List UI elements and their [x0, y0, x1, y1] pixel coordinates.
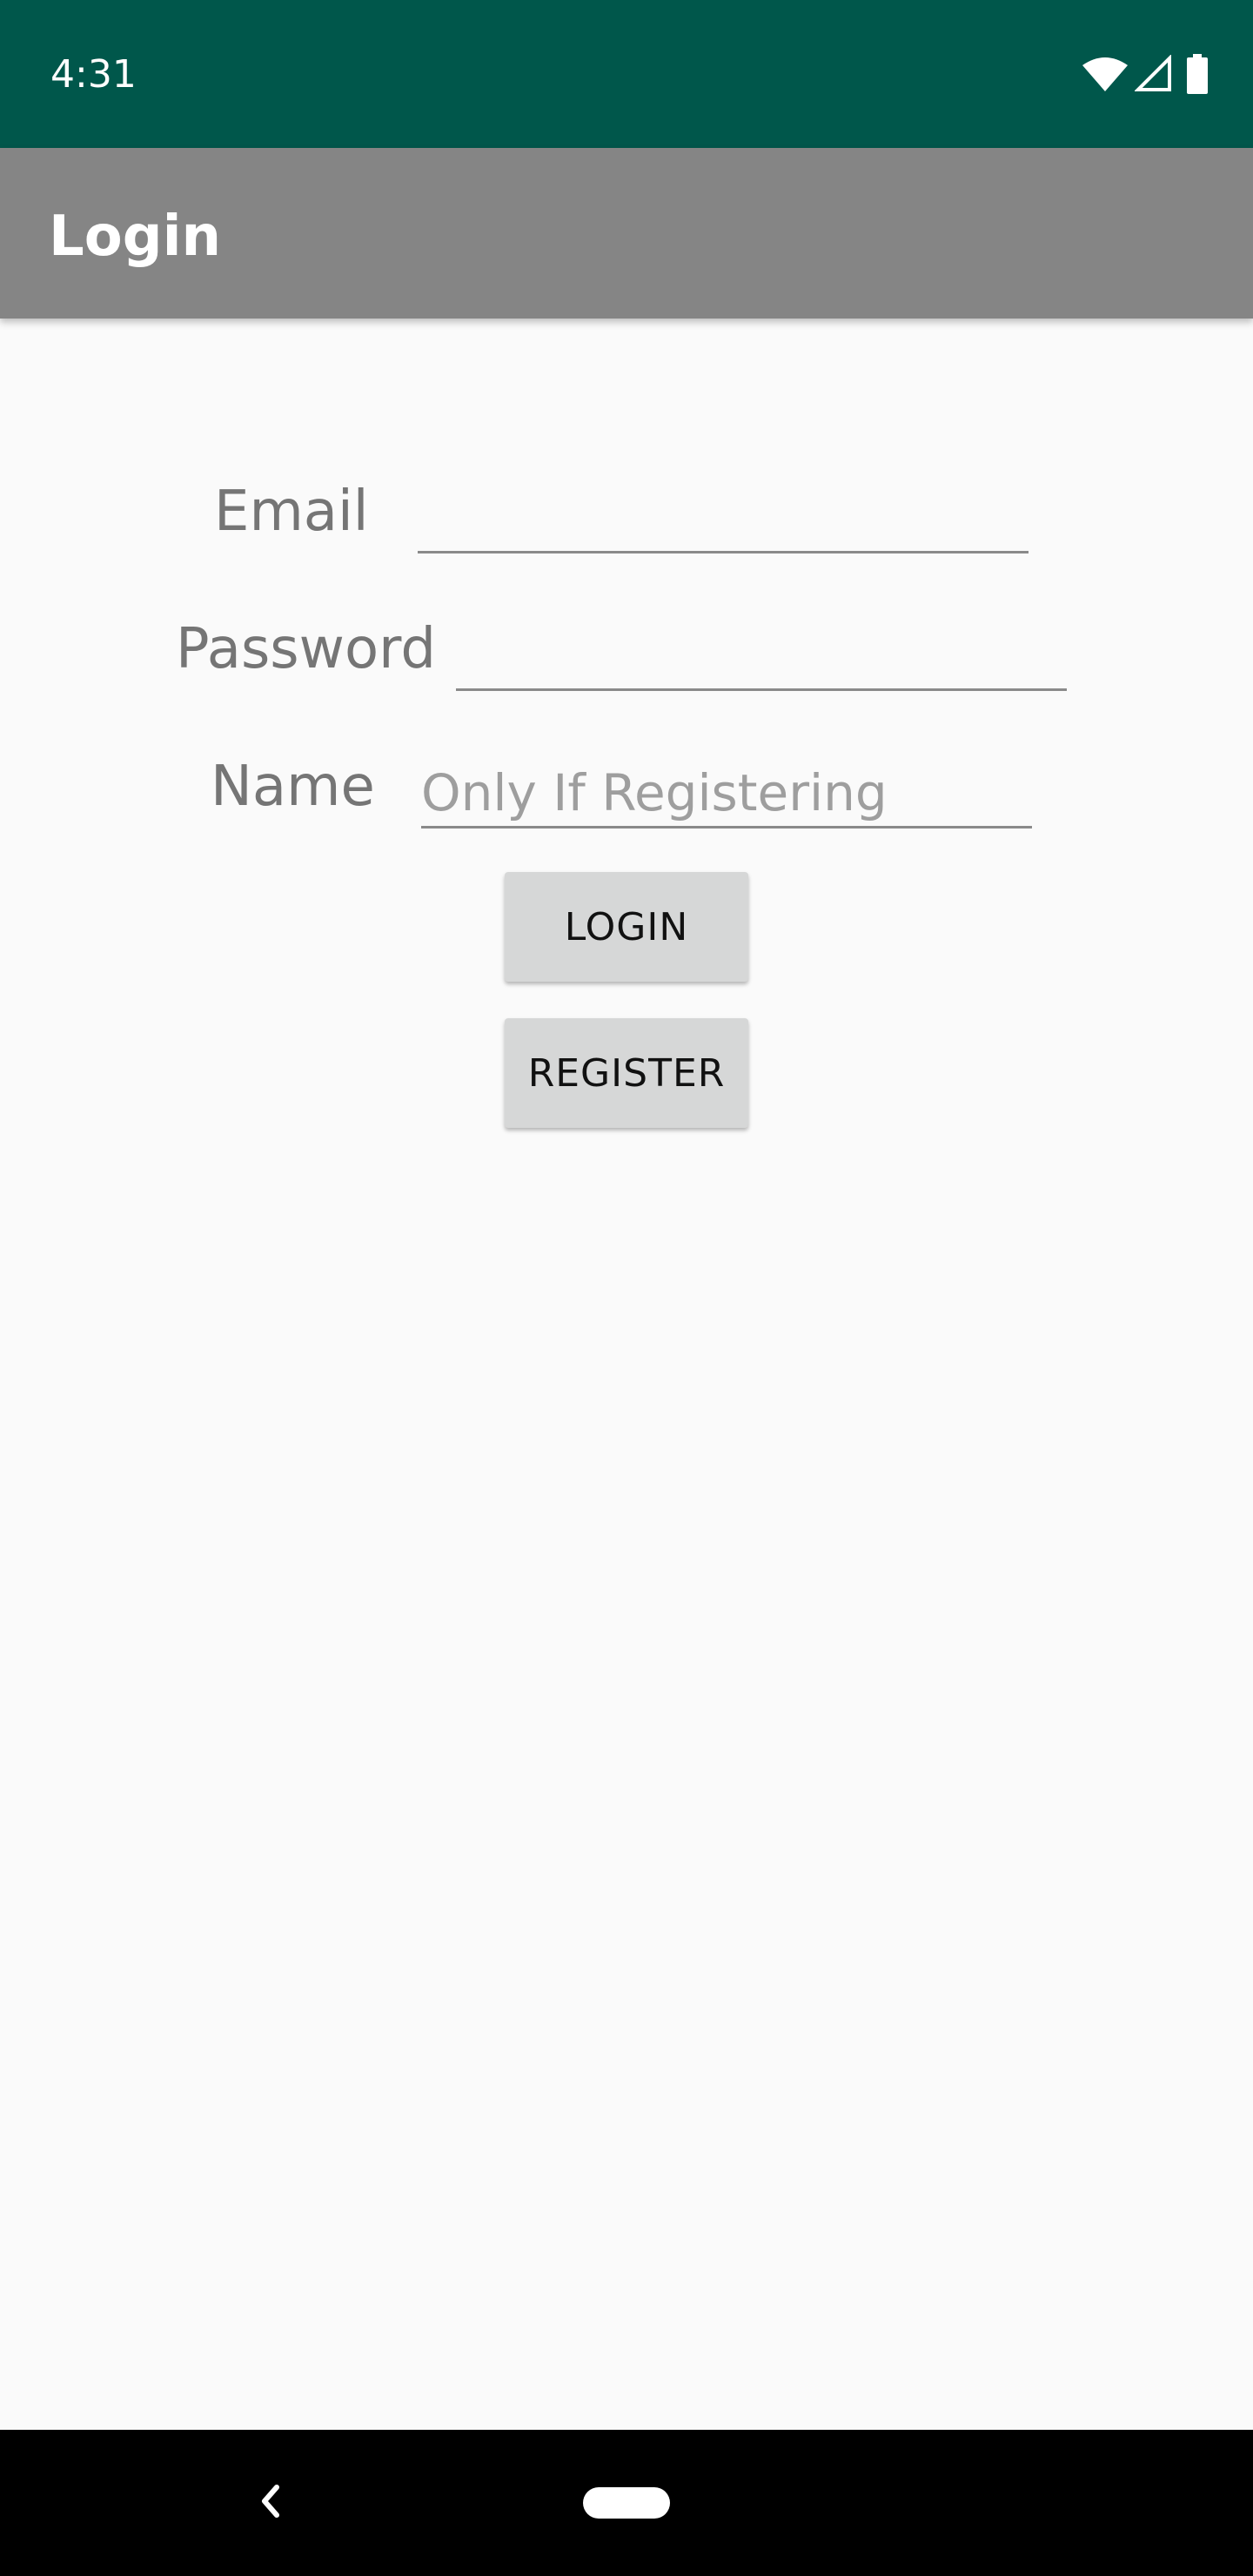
- register-button[interactable]: REGISTER: [505, 1018, 748, 1128]
- navigation-bar: [0, 2430, 1253, 2576]
- cell-signal-icon: [1135, 55, 1173, 93]
- email-field[interactable]: [418, 484, 1029, 551]
- name-field-container: [421, 759, 1032, 828]
- status-bar: 4:31: [0, 0, 1253, 148]
- email-field-container: [418, 484, 1029, 553]
- email-label: Email: [214, 480, 369, 544]
- home-pill-icon[interactable]: [583, 2487, 670, 2519]
- status-time: 4:31: [50, 52, 137, 97]
- app-bar: Login: [0, 148, 1253, 319]
- password-field-container: [456, 621, 1067, 691]
- password-label: Password: [176, 617, 436, 681]
- back-icon[interactable]: [252, 2475, 287, 2531]
- page-title: Login: [49, 205, 222, 269]
- status-icons: [1081, 50, 1208, 97]
- name-label: Name: [211, 755, 375, 819]
- login-button[interactable]: LOGIN: [505, 872, 748, 982]
- name-field[interactable]: [421, 759, 1032, 826]
- wifi-icon: [1081, 55, 1129, 93]
- password-field[interactable]: [456, 621, 1067, 688]
- battery-icon: [1187, 54, 1208, 94]
